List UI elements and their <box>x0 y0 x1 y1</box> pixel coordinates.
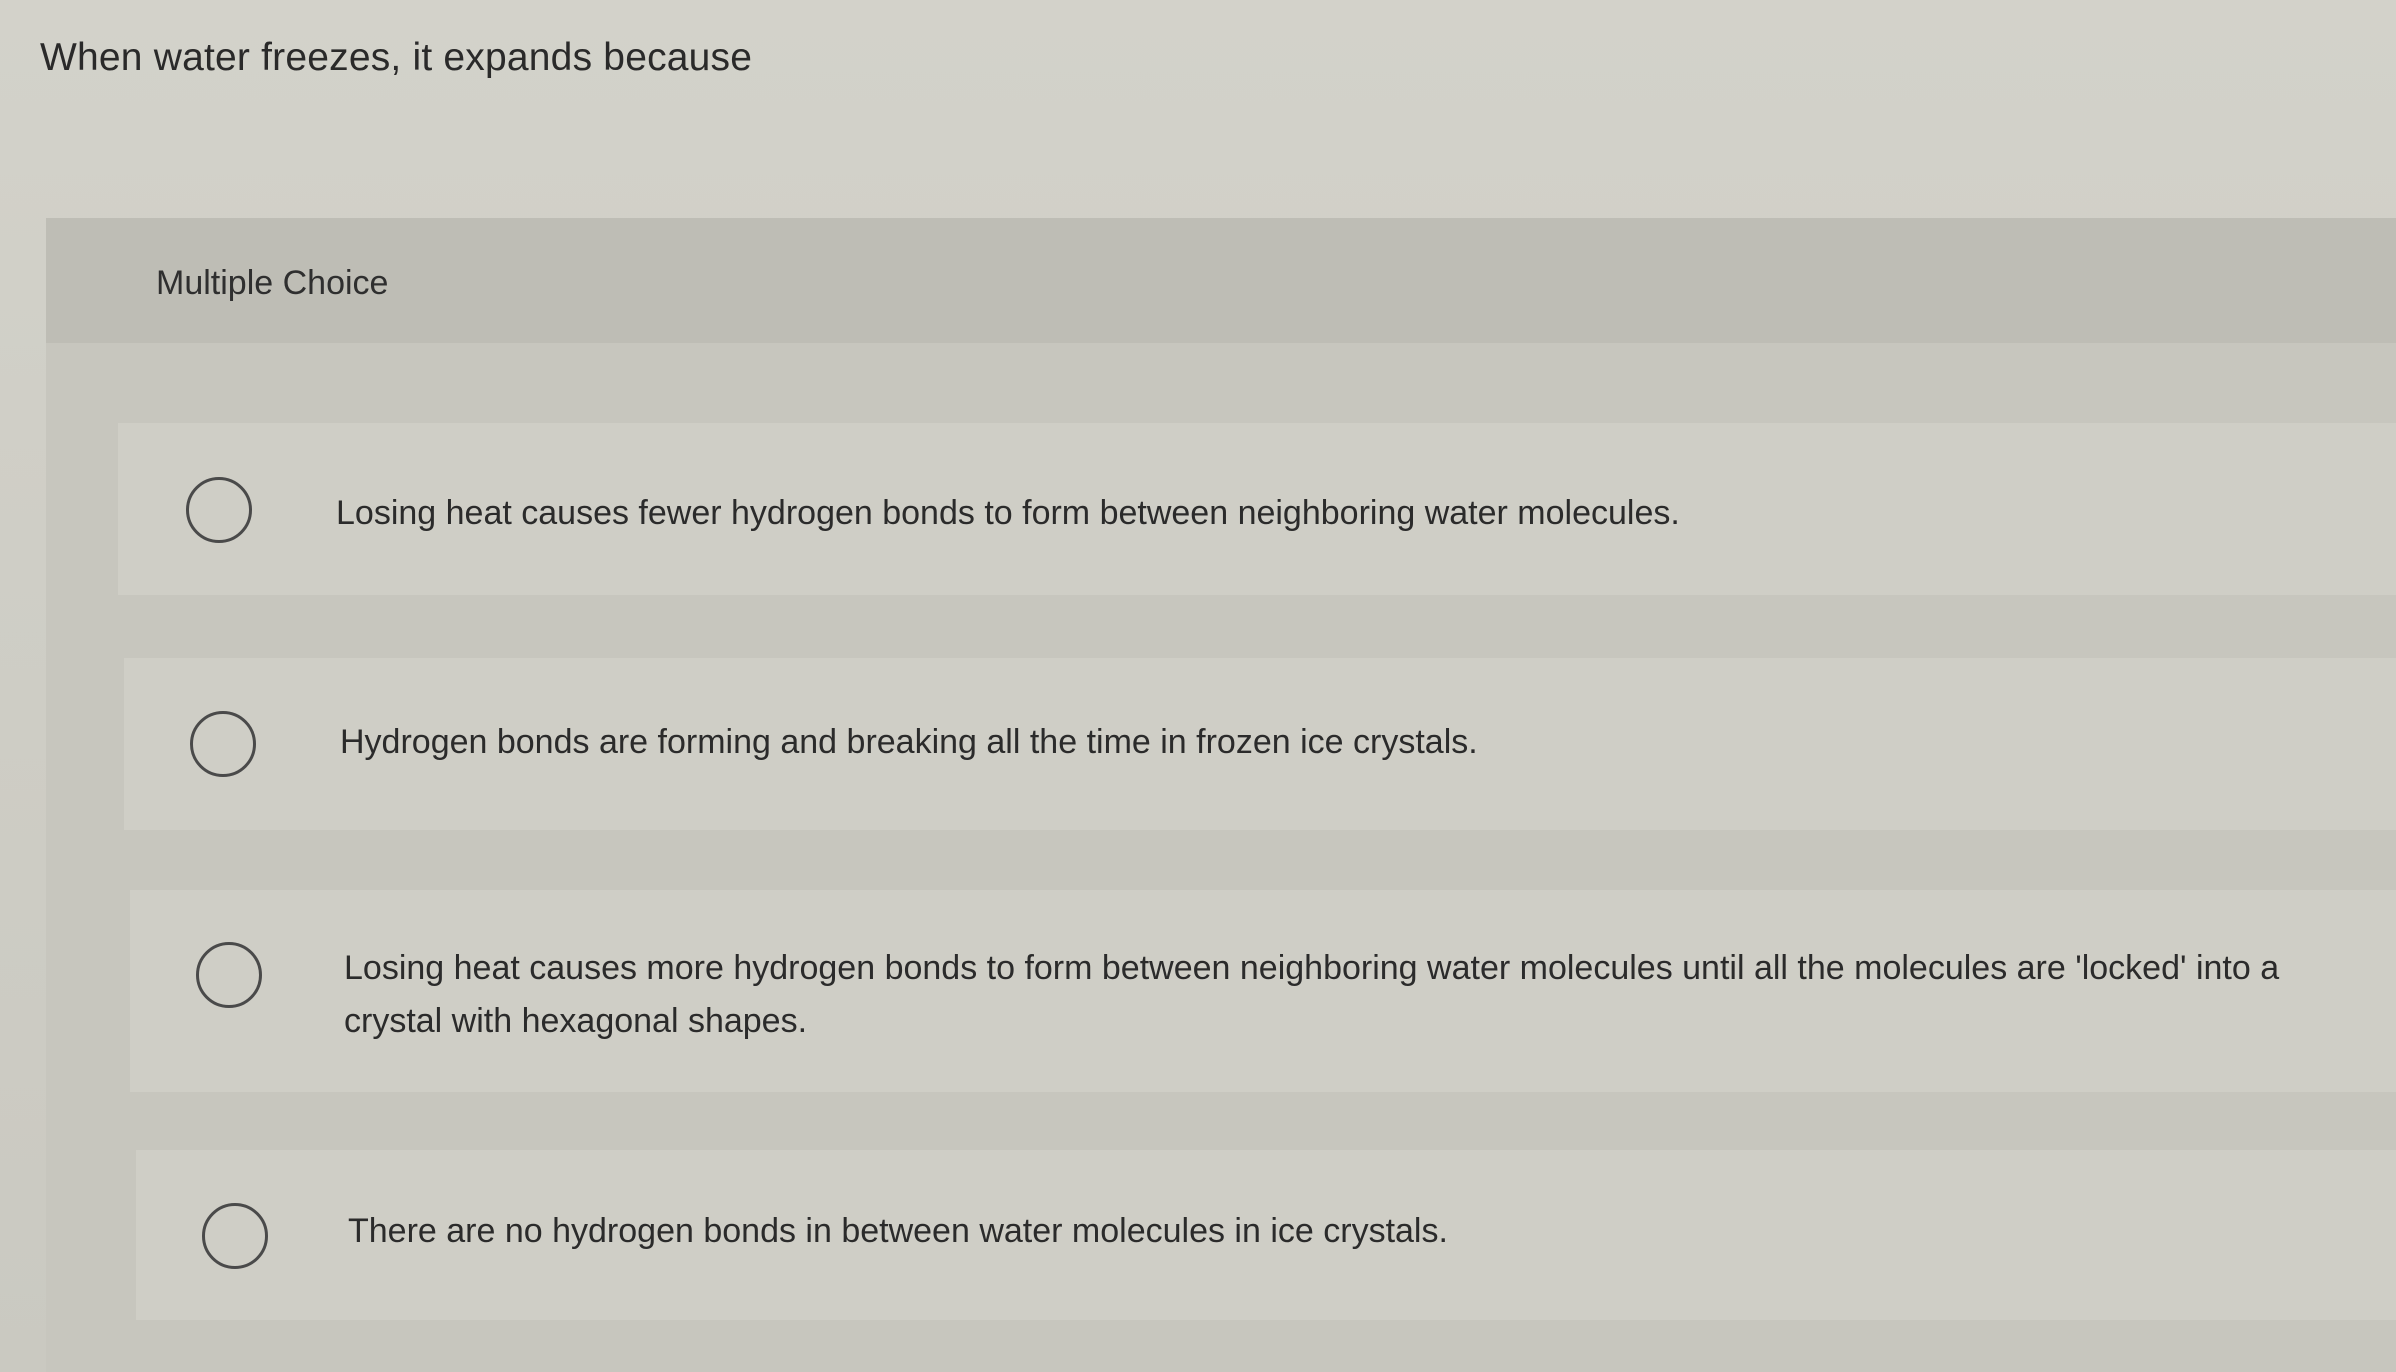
radio-button-option-3[interactable] <box>196 942 262 1008</box>
answer-option-3[interactable]: Losing heat causes more hydrogen bonds t… <box>130 890 2396 1092</box>
question-text: When water freezes, it expands because <box>40 36 753 79</box>
panel-header: Multiple Choice <box>46 218 2396 343</box>
radio-button-option-4[interactable] <box>202 1203 268 1269</box>
radio-button-option-1[interactable] <box>186 477 252 543</box>
option-2-label: Hydrogen bonds are forming and breaking … <box>340 723 1478 761</box>
option-1-label: Losing heat causes fewer hydrogen bonds … <box>336 494 1680 532</box>
answer-option-4[interactable]: There are no hydrogen bonds in between w… <box>136 1150 2396 1320</box>
option-3-label: Losing heat causes more hydrogen bonds t… <box>344 949 2280 1040</box>
panel-title: Multiple Choice <box>156 264 389 302</box>
option-4-label: There are no hydrogen bonds in between w… <box>348 1212 1448 1250</box>
answer-option-2[interactable]: Hydrogen bonds are forming and breaking … <box>124 658 2396 830</box>
radio-button-option-2[interactable] <box>190 711 256 777</box>
answer-option-1[interactable]: Losing heat causes fewer hydrogen bonds … <box>118 423 2396 595</box>
